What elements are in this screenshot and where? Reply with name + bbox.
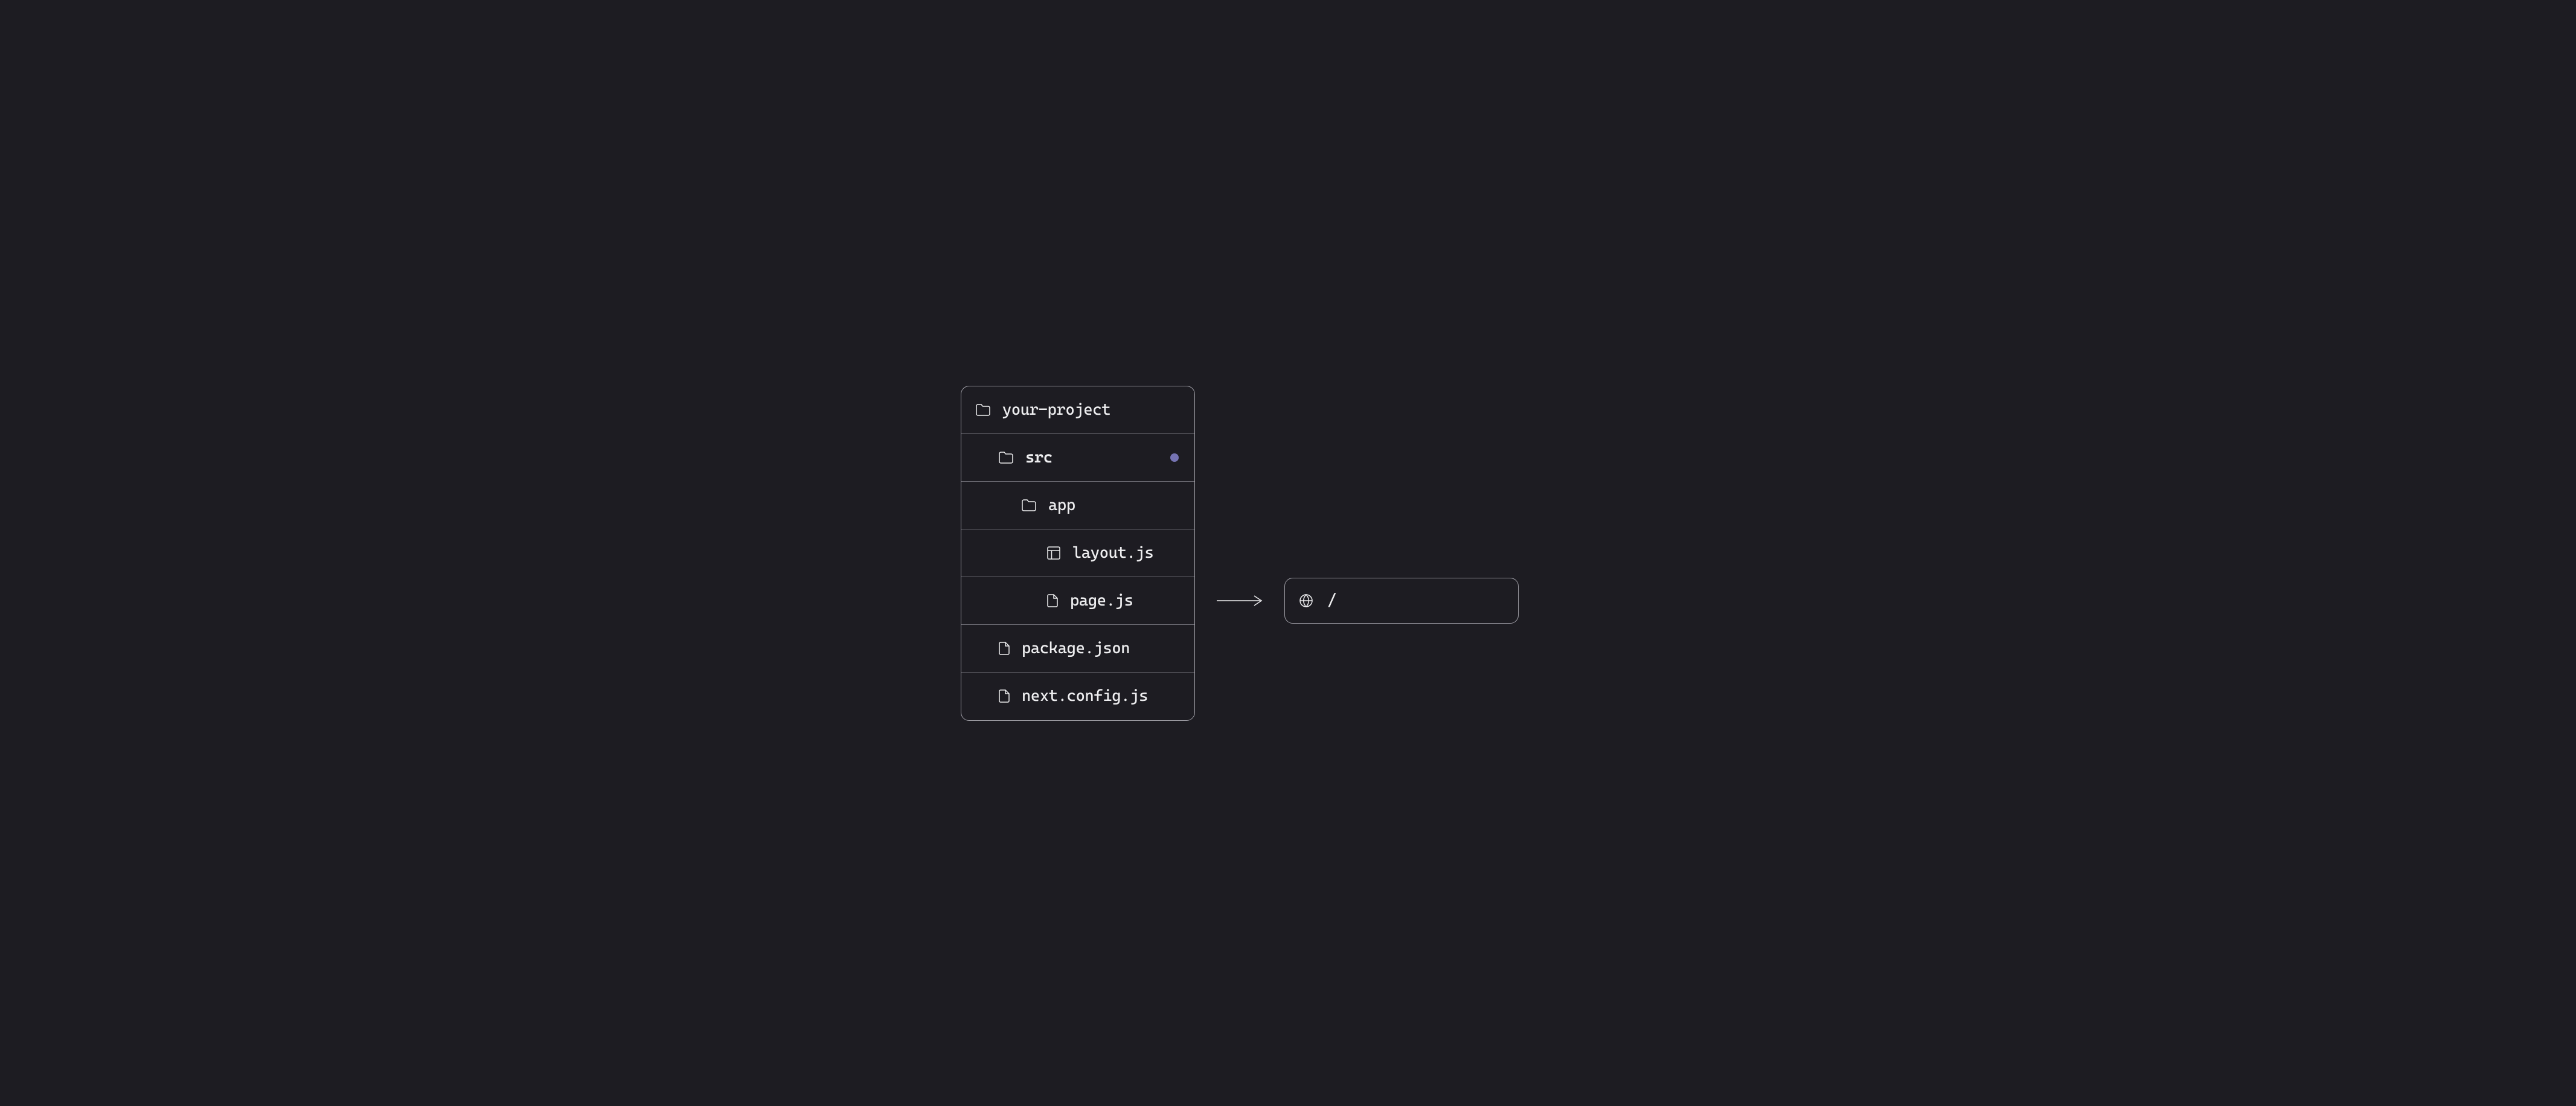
tree-item-label: src	[1025, 449, 1053, 467]
folder-structure-diagram: your-project src app	[961, 386, 1519, 721]
layout-icon	[1047, 546, 1060, 560]
file-icon	[999, 689, 1010, 703]
tree-row-app: app	[961, 482, 1194, 529]
folder-icon	[1022, 499, 1036, 511]
url-path: /	[1327, 592, 1336, 610]
tree-item-label: next.config.js	[1022, 687, 1148, 705]
tree-row-layout: layout.js	[961, 529, 1194, 577]
tree-item-label: app	[1048, 496, 1075, 514]
file-icon	[999, 642, 1010, 655]
url-box: /	[1284, 578, 1519, 624]
tree-item-label: layout.js	[1072, 544, 1153, 562]
folder-icon	[976, 404, 990, 416]
globe-icon	[1299, 594, 1313, 607]
arrow-icon	[1217, 595, 1263, 607]
tree-row-config: next.config.js	[961, 673, 1194, 720]
tree-row-page: page.js	[961, 577, 1194, 625]
tree-row-src: src	[961, 434, 1194, 482]
folder-icon	[999, 452, 1013, 464]
tree-row-package: package.json	[961, 625, 1194, 673]
file-icon	[1047, 594, 1058, 607]
tree-item-label: page.js	[1070, 592, 1133, 610]
highlight-dot-icon	[1170, 453, 1179, 462]
tree-item-label: package.json	[1022, 639, 1130, 657]
file-tree: your-project src app	[961, 386, 1195, 721]
tree-row-root: your-project	[961, 386, 1194, 434]
tree-root-label: your-project	[1002, 401, 1110, 419]
